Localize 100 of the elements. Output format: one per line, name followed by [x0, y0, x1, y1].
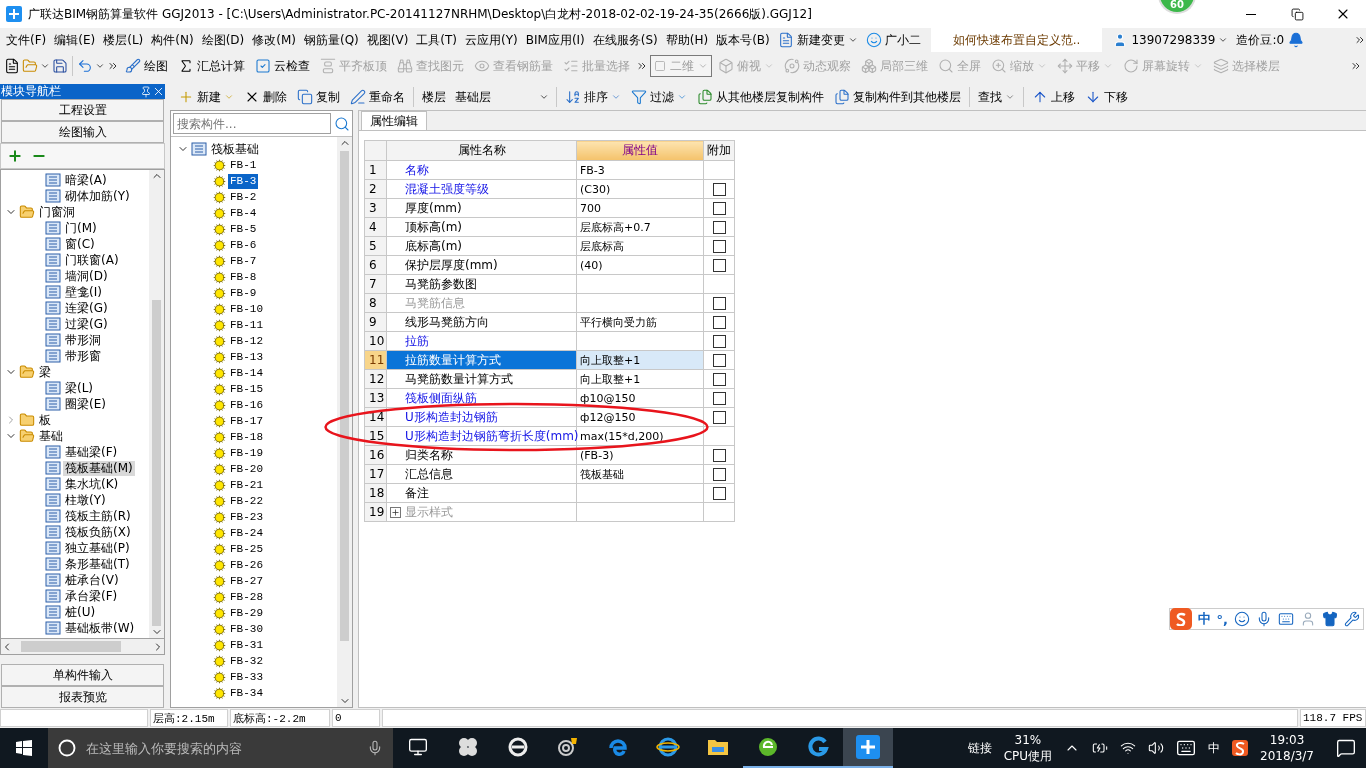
tree-item[interactable]: 筏板基础: [209, 141, 261, 157]
menu-item[interactable]: 文件(F): [2, 29, 51, 51]
tree-item[interactable]: FB-6: [228, 237, 259, 253]
tree-item[interactable]: FB-7: [228, 253, 259, 269]
tree-item[interactable]: 承台梁(F): [63, 588, 120, 604]
tree-item[interactable]: 梁(L): [63, 380, 96, 396]
search-icon[interactable]: [334, 115, 350, 132]
tree-item[interactable]: FB-9: [228, 285, 259, 301]
nav-button[interactable]: 工程设置: [1, 99, 164, 121]
menu-item[interactable]: 修改(M): [248, 29, 300, 51]
menu-item[interactable]: 云应用(Y): [461, 29, 522, 51]
scroll-thumb[interactable]: [340, 151, 349, 641]
tree-item[interactable]: FB-18: [228, 429, 265, 445]
wifi-icon[interactable]: [1120, 740, 1137, 756]
checkbox[interactable]: [713, 487, 726, 500]
beans-label[interactable]: 造价豆:0: [1232, 29, 1289, 51]
checkbox[interactable]: [713, 297, 726, 310]
toolbar-button[interactable]: 过滤: [627, 85, 691, 109]
tab[interactable]: 属性编辑: [361, 111, 427, 130]
tree-item[interactable]: FB-26: [228, 557, 265, 573]
tree-item[interactable]: FB-30: [228, 621, 265, 637]
tree-item[interactable]: 壁龛(I): [63, 284, 104, 300]
toolbar-button[interactable]: 云检查: [251, 54, 314, 78]
tree-item[interactable]: FB-29: [228, 605, 265, 621]
tree-item[interactable]: FB-3: [228, 173, 259, 189]
tree-item[interactable]: FB-19: [228, 445, 265, 461]
taskbar-search-box[interactable]: 在这里输入你要搜索的内容: [48, 728, 393, 768]
menu-item[interactable]: 构件(N): [147, 29, 198, 51]
checkbox[interactable]: [713, 335, 726, 348]
tree-item[interactable]: 墙洞(D): [63, 268, 110, 284]
menu-item[interactable]: 编辑(E): [50, 29, 100, 51]
tree-item[interactable]: FB-24: [228, 525, 265, 541]
clock[interactable]: 19:03 2018/3/7: [1260, 732, 1314, 764]
toolbar-button[interactable]: 下移: [1081, 85, 1132, 109]
checkbox[interactable]: [713, 183, 726, 196]
menu-item[interactable]: 版本号(B): [712, 29, 774, 51]
menu-item[interactable]: 绘图(D): [197, 29, 249, 51]
menu-item[interactable]: 视图(V): [362, 29, 413, 51]
tree-item[interactable]: 门(M): [63, 220, 99, 236]
punctuation-mode[interactable]: °,: [1216, 611, 1228, 627]
ime-indicator[interactable]: 中: [1208, 739, 1221, 757]
tree-item[interactable]: 基础梁(F): [63, 444, 120, 460]
menu-item[interactable]: 楼层(L): [99, 29, 148, 51]
menu-item[interactable]: 帮助(H): [661, 29, 713, 51]
tree-item[interactable]: FB-15: [228, 381, 265, 397]
checkbox[interactable]: [713, 221, 726, 234]
taskbar-app[interactable]: [843, 728, 893, 768]
tree-item[interactable]: 板: [37, 412, 53, 428]
tree-item[interactable]: 筏板负筋(X): [63, 524, 133, 540]
pin-icon[interactable]: [140, 85, 152, 98]
toolbar-button[interactable]: 复制构件到其他楼层: [830, 85, 965, 109]
tree-item[interactable]: FB-33: [228, 669, 265, 685]
keyboard-icon[interactable]: [1176, 738, 1197, 758]
tree-item[interactable]: FB-11: [228, 317, 265, 333]
tree-item[interactable]: 门窗洞: [37, 204, 77, 220]
menu-item[interactable]: BIM应用(I): [521, 29, 589, 51]
tree-item[interactable]: 砌体加筋(Y): [63, 188, 132, 204]
tree-item[interactable]: 筏板基础(M): [63, 460, 135, 476]
menu-item[interactable]: 工具(T): [412, 29, 462, 51]
tree-item[interactable]: FB-16: [228, 397, 265, 413]
tree-item[interactable]: 桩承台(V): [63, 572, 121, 588]
tree-item[interactable]: 基础板带(W): [63, 620, 137, 636]
tree-item[interactable]: 独立基础(P): [63, 540, 132, 556]
search-field[interactable]: 在这里输入你要搜索的内容: [84, 739, 359, 757]
close-icon[interactable]: [152, 85, 165, 98]
tree-item[interactable]: FB-25: [228, 541, 265, 557]
microphone-icon[interactable]: [1256, 611, 1272, 627]
toolbar-button[interactable]: 重命名: [346, 85, 409, 109]
expand-toggle[interactable]: [390, 506, 401, 518]
expand-all-icon[interactable]: [7, 148, 23, 164]
tip-link[interactable]: 如何快速布置自定义范..: [930, 28, 1103, 52]
volume-icon[interactable]: [1148, 740, 1165, 756]
search-field[interactable]: 搜索构件...: [173, 113, 331, 134]
nav-button[interactable]: 单构件输入: [1, 664, 164, 686]
checkbox[interactable]: [713, 449, 726, 462]
ime-mode[interactable]: 中: [1197, 610, 1211, 628]
tree-item[interactable]: 条形基础(T): [63, 556, 132, 572]
tray-label[interactable]: 链接: [967, 739, 992, 757]
nav-button[interactable]: 绘图输入: [1, 121, 164, 143]
tree-item[interactable]: 基础: [37, 428, 65, 444]
tree-item[interactable]: FB-1: [228, 157, 259, 173]
checkbox[interactable]: [713, 392, 726, 405]
tree-item[interactable]: FB-28: [228, 589, 265, 605]
tree-item[interactable]: FB-5: [228, 221, 259, 237]
tree-item[interactable]: 梁: [37, 364, 53, 380]
checkbox[interactable]: [713, 411, 726, 424]
checkbox[interactable]: [713, 468, 726, 481]
menu-item[interactable]: 在线服务(S): [588, 29, 662, 51]
tree-item[interactable]: FB-34: [228, 685, 265, 701]
tree-item[interactable]: 筏板主筋(R): [63, 508, 133, 524]
toolbar-button[interactable]: 复制: [293, 85, 344, 109]
tree-item[interactable]: FB-10: [228, 301, 265, 317]
toolbar-button[interactable]: 删除: [240, 85, 291, 109]
nav-button[interactable]: 报表预览: [1, 686, 164, 708]
tree-item[interactable]: 带形窗: [63, 348, 103, 364]
checkbox[interactable]: [713, 354, 726, 367]
tree-item[interactable]: 桩(U): [63, 604, 98, 620]
toolbar-button[interactable]: 查找: [974, 85, 1019, 109]
tree-item[interactable]: 集水坑(K): [63, 476, 121, 492]
scroll-thumb[interactable]: [21, 641, 121, 652]
